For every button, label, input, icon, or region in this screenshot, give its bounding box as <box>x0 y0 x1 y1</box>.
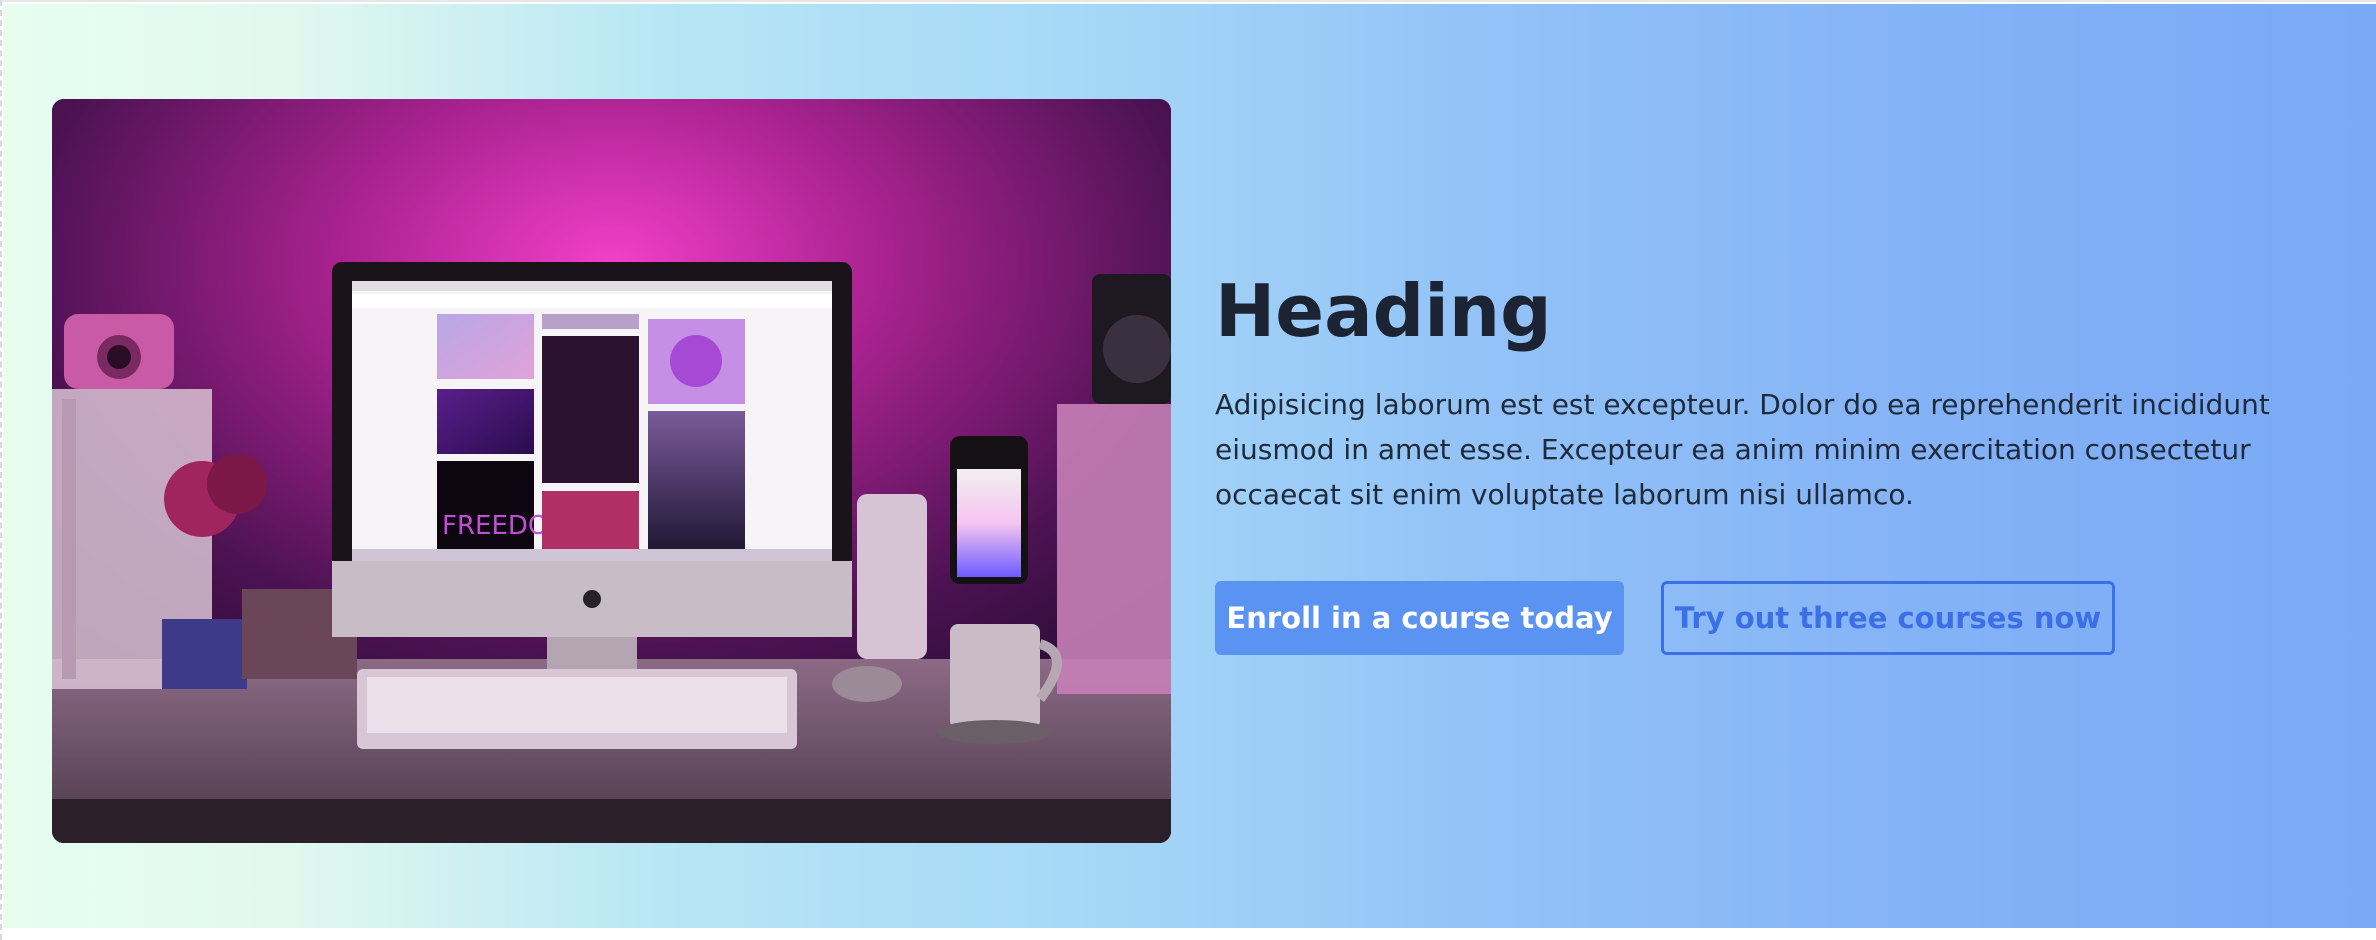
hero-section: FREEDOM Heading Adipisicing laborum est … <box>3 4 2376 928</box>
hero-description: Adipisicing laborum est est excepteur. D… <box>1215 388 2270 511</box>
hero-actions: Enroll in a course today Try out three c… <box>1215 581 2345 655</box>
enroll-button[interactable]: Enroll in a course today <box>1215 581 1624 655</box>
hero-heading: Heading <box>1215 269 1552 353</box>
try-courses-button[interactable]: Try out three courses now <box>1661 581 2115 655</box>
hero-content: Heading Adipisicing laborum est est exce… <box>1215 266 2345 655</box>
hero-image: FREEDOM <box>52 99 1171 843</box>
desk-setup-illustration: FREEDOM <box>52 99 1171 843</box>
